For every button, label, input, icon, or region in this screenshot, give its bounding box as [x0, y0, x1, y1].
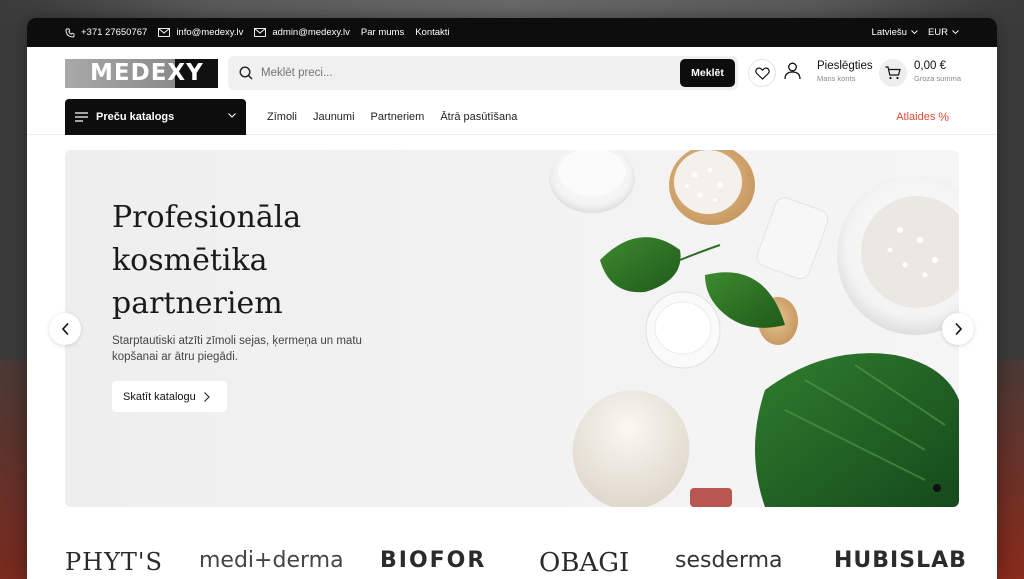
- brand-logo-obagi[interactable]: OBAGI: [539, 548, 629, 578]
- user-icon[interactable]: [784, 62, 801, 80]
- hero-title: Profesionāla kosmētika partneriem: [112, 196, 372, 325]
- heart-icon: [754, 66, 770, 80]
- nav-item-partners[interactable]: Partneriem: [371, 111, 425, 123]
- cart-button[interactable]: [879, 59, 907, 87]
- menu-icon: [75, 111, 88, 122]
- logo-text: MEDEXY: [90, 60, 204, 86]
- catalog-menu-button[interactable]: Preču katalogs: [65, 98, 246, 135]
- topbar-selectors: Latviešu EUR: [862, 18, 959, 47]
- phone-icon: [65, 28, 75, 37]
- hero-title-line: Profesionāla: [112, 200, 302, 235]
- sale-link[interactable]: Atlaides %: [896, 110, 949, 124]
- nav-item-quick-order[interactable]: Ātrā pasūtīšana: [440, 111, 517, 123]
- hero-text: Starptautiski atzīti zīmoli sejas, ķerme…: [112, 335, 362, 363]
- currency-label: EUR: [927, 27, 948, 38]
- chevron-down-icon: [911, 30, 918, 35]
- brand-logo-mediderma[interactable]: medi+derma: [199, 548, 344, 573]
- chevron-left-icon: [61, 323, 69, 335]
- brand-logo-biofor[interactable]: BIOFOR: [380, 548, 486, 573]
- hero-banner: Profesionāla kosmētika partneriem Starpt…: [65, 150, 959, 507]
- chevron-right-icon: [203, 391, 210, 402]
- slider-prev-button[interactable]: [49, 313, 81, 345]
- nav-item-news[interactable]: Jaunumi: [313, 111, 355, 123]
- browser-page: +371 27650767 info@medexy.lv admin@medex…: [27, 18, 997, 579]
- email-link-admin[interactable]: admin@medexy.lv: [254, 27, 350, 38]
- main-nav: Preču katalogs Zīmoli Jaunumi Partneriem…: [27, 98, 997, 135]
- link-contacts-label: Kontakti: [415, 27, 450, 38]
- chevron-right-icon: [954, 323, 962, 335]
- cart-subtitle: Groza summa: [914, 74, 962, 83]
- wishlist-button[interactable]: [748, 59, 776, 87]
- view-catalog-button[interactable]: Skatīt katalogu: [112, 381, 227, 412]
- email-admin: admin@medexy.lv: [272, 27, 350, 38]
- sale-label: Atlaides: [896, 111, 936, 123]
- backdrop: [0, 360, 30, 579]
- cart-total: 0,00 €: [914, 60, 946, 72]
- brand-logo-phyts[interactable]: PHYT'S: [65, 548, 163, 576]
- email-link-info[interactable]: info@medexy.lv: [158, 27, 243, 38]
- brand-logo-hubislab[interactable]: HUBISLAB: [834, 548, 967, 573]
- hero-title-line: kosmētika: [112, 243, 268, 278]
- login-link[interactable]: Pieslēgties Mans konts: [817, 60, 873, 83]
- language-label: Latviešu: [871, 27, 907, 38]
- site-logo[interactable]: MEDEXY: [65, 58, 218, 88]
- chevron-down-icon: [952, 30, 959, 35]
- login-subtitle: Mans konts: [817, 74, 856, 83]
- email-info: info@medexy.lv: [176, 27, 244, 38]
- hero-title-line: partneriem: [112, 286, 283, 321]
- brand-logo-sesderma[interactable]: sesderma: [675, 548, 783, 573]
- search-bar: Meklēt: [228, 56, 738, 90]
- backdrop: [994, 360, 1024, 579]
- view-catalog-label: Skatīt katalogu: [123, 390, 196, 403]
- link-contacts[interactable]: Kontakti: [415, 27, 449, 38]
- slider-dot[interactable]: [933, 484, 941, 492]
- site-header: MEDEXY Meklēt Pieslēgties Mans konts 0,0…: [27, 47, 997, 99]
- language-select[interactable]: Latviešu: [872, 27, 918, 38]
- top-bar: +371 27650767 info@medexy.lv admin@medex…: [27, 18, 997, 47]
- login-title: Pieslēgties: [817, 60, 873, 72]
- link-about-label: Par mums: [360, 27, 405, 38]
- search-icon: [239, 66, 253, 80]
- slider-next-button[interactable]: [942, 313, 974, 345]
- phone-number: +371 27650767: [81, 27, 148, 38]
- link-about[interactable]: Par mums: [361, 27, 404, 38]
- search-input[interactable]: [261, 67, 661, 79]
- currency-select[interactable]: EUR: [928, 27, 959, 38]
- nav-links: Zīmoli Jaunumi Partneriem Ātrā pasūtīšan…: [267, 111, 533, 123]
- percent-icon: %: [938, 110, 949, 124]
- mail-icon: [254, 28, 267, 37]
- cart-summary[interactable]: 0,00 € Groza summa: [914, 60, 961, 83]
- nav-item-brands[interactable]: Zīmoli: [267, 111, 297, 123]
- chevron-down-icon: [228, 112, 236, 118]
- mail-icon: [158, 28, 171, 37]
- phone-link[interactable]: +371 27650767: [65, 27, 147, 38]
- brand-strip: PHYT'S medi+derma BIOFOR OBAGI sesderma …: [65, 548, 966, 579]
- catalog-label: Preču katalogs: [96, 110, 175, 123]
- cart-icon: [885, 66, 901, 80]
- search-button[interactable]: Meklēt: [680, 59, 735, 87]
